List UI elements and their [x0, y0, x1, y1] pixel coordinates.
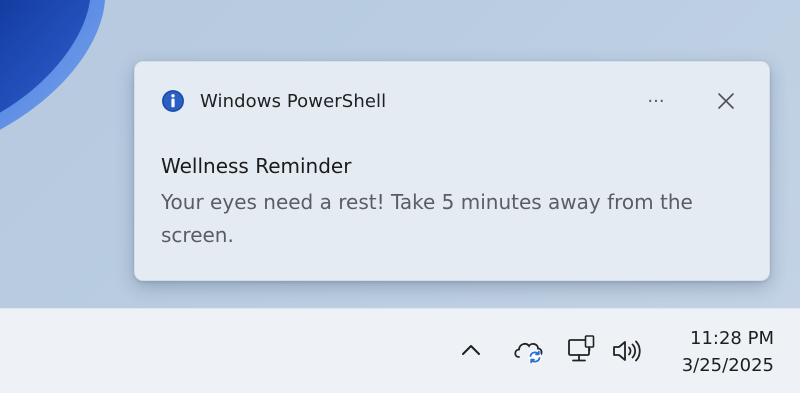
- notification-title: Wellness Reminder: [161, 154, 352, 178]
- close-notification-button[interactable]: [713, 88, 739, 114]
- notification-toast[interactable]: Windows PowerShell ··· Wellness Reminder…: [134, 61, 770, 281]
- volume-icon: [613, 340, 641, 362]
- clock-date: 3/25/2025: [681, 355, 774, 376]
- onedrive-button[interactable]: [510, 335, 548, 367]
- close-icon: [718, 93, 734, 109]
- wallpaper-bloom-shape: [0, 0, 105, 130]
- taskbar: 11:28 PM 3/25/2025: [0, 308, 800, 393]
- info-icon: [161, 89, 185, 113]
- more-options-icon: ···: [647, 90, 665, 112]
- notification-message: Your eyes need a rest! Take 5 minutes aw…: [161, 190, 693, 247]
- clock-time: 11:28 PM: [690, 328, 774, 349]
- desktop-wallpaper: Windows PowerShell ··· Wellness Reminder…: [0, 0, 800, 308]
- more-options-button[interactable]: ···: [641, 88, 671, 114]
- taskbar-clock[interactable]: 11:28 PM 3/25/2025: [662, 325, 774, 379]
- network-icon: [568, 335, 595, 362]
- volume-button[interactable]: [608, 335, 646, 367]
- onedrive-sync-icon: [514, 343, 543, 364]
- show-hidden-icons-button[interactable]: [456, 335, 486, 365]
- notification-header: Windows PowerShell: [161, 88, 386, 114]
- notification-app-name: Windows PowerShell: [200, 90, 387, 112]
- chevron-up-icon: [462, 345, 480, 355]
- network-button[interactable]: [566, 333, 598, 367]
